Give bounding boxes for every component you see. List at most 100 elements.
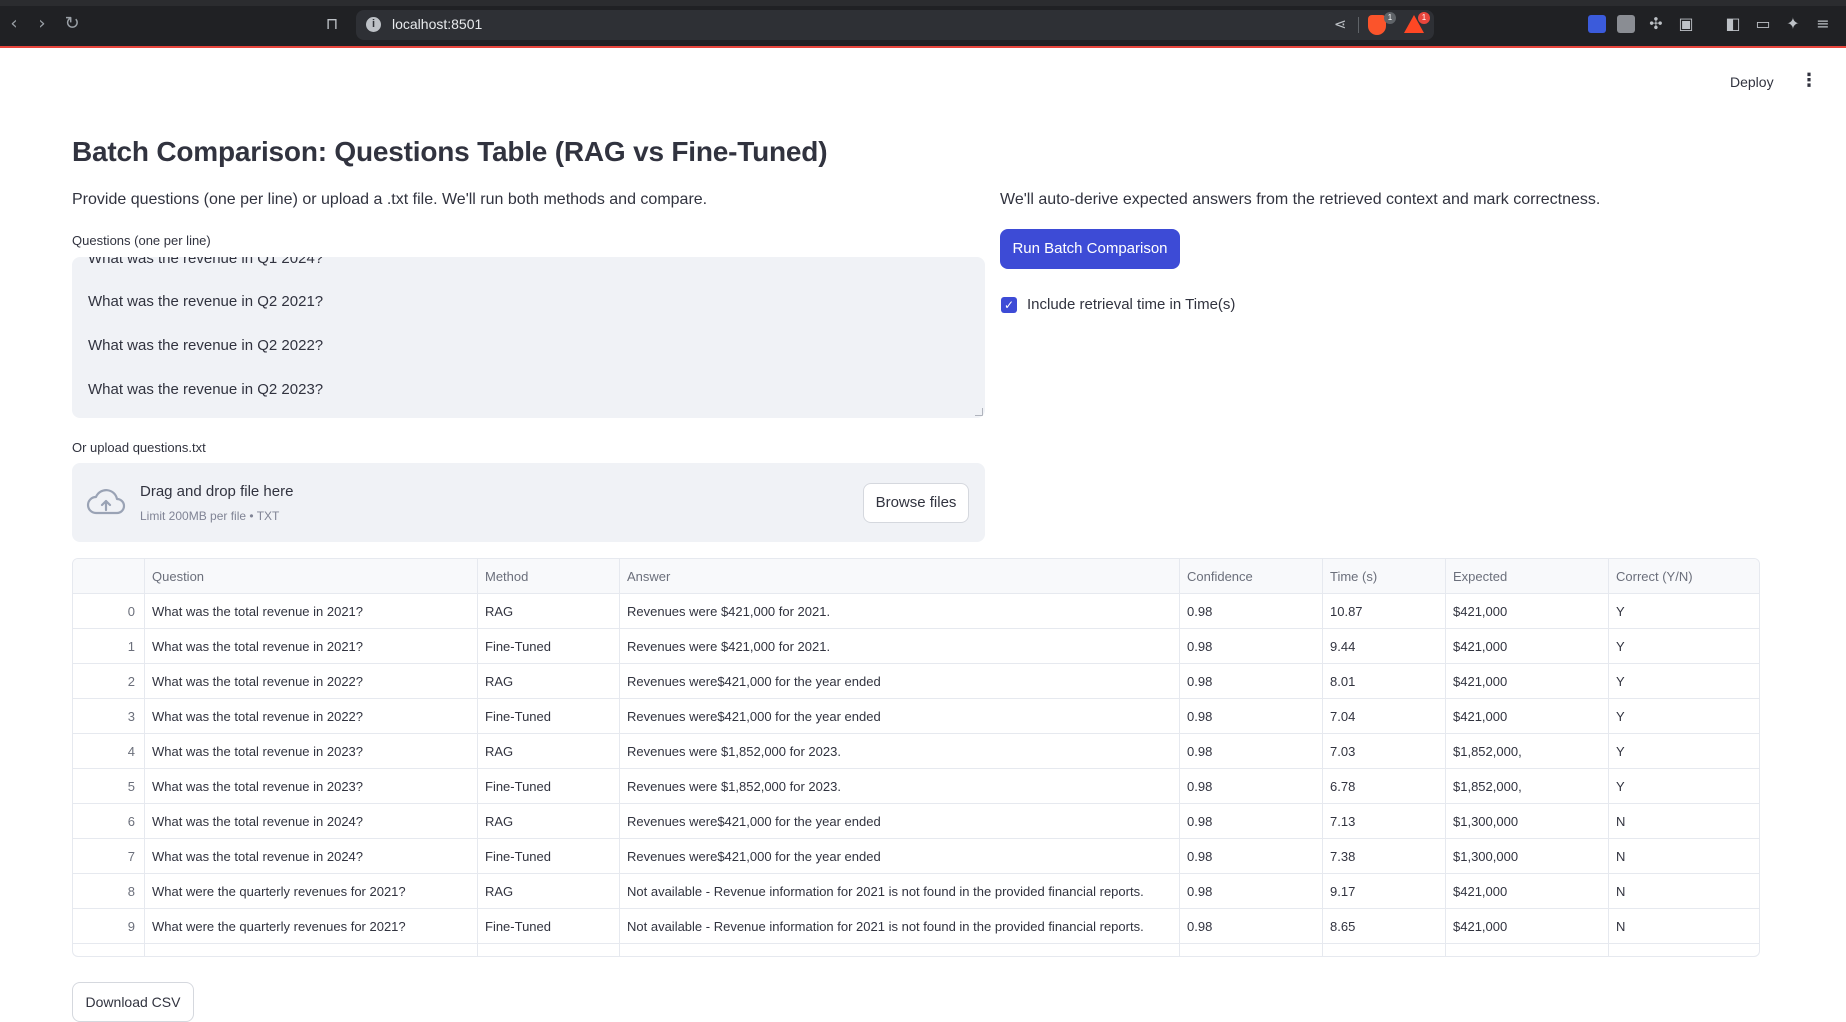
- cell-time[interactable]: 8.65: [1323, 909, 1446, 944]
- cell-time[interactable]: 7.04: [1323, 699, 1446, 734]
- extension-shield-icon[interactable]: [1588, 15, 1606, 33]
- cell-method[interactable]: RAG: [478, 594, 620, 629]
- cell-confidence[interactable]: 0.98: [1180, 874, 1323, 909]
- cell-method[interactable]: Fine-Tuned: [478, 629, 620, 664]
- cell-expected[interactable]: $421,000: [1446, 664, 1609, 699]
- cell-question[interactable]: What was the total revenue in 2022?: [145, 664, 478, 699]
- leo-ai-icon[interactable]: ✦: [1784, 15, 1802, 33]
- cell-correct[interactable]: N: [1609, 909, 1759, 944]
- column-header-correct[interactable]: Correct (Y/N): [1609, 559, 1759, 594]
- address-bar[interactable]: i localhost:8501 ⋖ 1 1: [356, 10, 1434, 40]
- cell-answer[interactable]: Revenues were $1,852,000 for 2023.: [620, 769, 1180, 804]
- table-row[interactable]: 9 What were the quarterly revenues for 20…: [73, 909, 1759, 944]
- cell-question[interactable]: What was the total revenue in 2021?: [145, 629, 478, 664]
- cell-confidence[interactable]: 0.98: [1180, 629, 1323, 664]
- cell-answer[interactable]: Revenues were $1,852,000 for 2023.: [620, 734, 1180, 769]
- cell-answer[interactable]: Revenues were$421,000 for the year ended: [620, 804, 1180, 839]
- cell-correct[interactable]: Y: [1609, 664, 1759, 699]
- cell-correct[interactable]: Y: [1609, 734, 1759, 769]
- cell-correct[interactable]: N: [1609, 874, 1759, 909]
- cell-time[interactable]: 7.38: [1323, 839, 1446, 874]
- cell-index[interactable]: 6: [73, 804, 145, 839]
- cell-time[interactable]: 7.03: [1323, 734, 1446, 769]
- cell-answer[interactable]: Revenues were $421,000 for 2021.: [620, 594, 1180, 629]
- run-batch-comparison-button[interactable]: Run Batch Comparison: [1000, 229, 1180, 269]
- cell-index[interactable]: 1: [73, 629, 145, 664]
- download-csv-button[interactable]: Download CSV: [72, 982, 194, 1022]
- cell-method[interactable]: Fine-Tuned: [478, 769, 620, 804]
- column-header-method[interactable]: Method: [478, 559, 620, 594]
- cell-correct[interactable]: Y: [1609, 699, 1759, 734]
- resize-handle-icon[interactable]: [975, 408, 983, 416]
- cell-time[interactable]: 6.78: [1323, 769, 1446, 804]
- table-row[interactable]: 1 What was the total revenue in 2021? Fine…: [73, 629, 1759, 664]
- cell-index[interactable]: 3: [73, 699, 145, 734]
- cell-question[interactable]: What was the total revenue in 2024?: [145, 804, 478, 839]
- column-header-index[interactable]: [73, 559, 145, 594]
- include-retrieval-time-label[interactable]: Include retrieval time in Time(s): [1027, 296, 1235, 313]
- cell-index[interactable]: 2: [73, 664, 145, 699]
- cell-index[interactable]: 8: [73, 874, 145, 909]
- cell-answer[interactable]: Revenues were$421,000 for the year ended: [620, 664, 1180, 699]
- cell-index[interactable]: 0: [73, 594, 145, 629]
- cell-confidence[interactable]: 0.98: [1180, 839, 1323, 874]
- cell-expected[interactable]: $1,300,000: [1446, 839, 1609, 874]
- cell-index[interactable]: 5: [73, 769, 145, 804]
- cell-question[interactable]: What was the total revenue in 2021?: [145, 594, 478, 629]
- cell-question[interactable]: What were the quarterly revenues for 202…: [145, 909, 478, 944]
- column-header-confidence[interactable]: Confidence: [1180, 559, 1323, 594]
- cell-correct[interactable]: Y: [1609, 594, 1759, 629]
- cell-confidence[interactable]: 0.98: [1180, 769, 1323, 804]
- table-row[interactable]: 8 What were the quarterly revenues for 20…: [73, 874, 1759, 909]
- deploy-button[interactable]: Deploy: [1730, 74, 1774, 90]
- cell-expected[interactable]: $421,000: [1446, 874, 1609, 909]
- cell-time[interactable]: 7.13: [1323, 804, 1446, 839]
- cell-expected[interactable]: $1,852,000,: [1446, 734, 1609, 769]
- url-text[interactable]: localhost:8501: [392, 16, 482, 32]
- cell-confidence[interactable]: 0.98: [1180, 594, 1323, 629]
- include-retrieval-time-checkbox[interactable]: ✓: [1001, 297, 1017, 313]
- cell-method[interactable]: Fine-Tuned: [478, 699, 620, 734]
- cell-correct[interactable]: Y: [1609, 769, 1759, 804]
- cell-answer[interactable]: Not available - Revenue information for …: [620, 874, 1180, 909]
- table-row[interactable]: 3 What was the total revenue in 2022? Fine…: [73, 699, 1759, 734]
- cell-method[interactable]: RAG: [478, 664, 620, 699]
- cell-expected[interactable]: $421,000: [1446, 594, 1609, 629]
- cell-expected[interactable]: $421,000: [1446, 629, 1609, 664]
- cell-method[interactable]: Fine-Tuned: [478, 909, 620, 944]
- cell-confidence[interactable]: 0.98: [1180, 804, 1323, 839]
- cell-index[interactable]: 4: [73, 734, 145, 769]
- cell-question[interactable]: What was the total revenue in 2023?: [145, 769, 478, 804]
- cell-expected[interactable]: $421,000: [1446, 699, 1609, 734]
- results-table[interactable]: Question Method Answer Confidence Time (…: [72, 558, 1760, 957]
- file-dropzone[interactable]: Drag and drop file here Limit 200MB per …: [72, 463, 985, 542]
- table-row[interactable]: 0 What was the total revenue in 2021? RAG R…: [73, 594, 1759, 629]
- cell-confidence[interactable]: 0.98: [1180, 664, 1323, 699]
- cell-confidence[interactable]: 0.98: [1180, 909, 1323, 944]
- cell-time[interactable]: 10.87: [1323, 594, 1446, 629]
- cell-answer[interactable]: Revenues were$421,000 for the year ended: [620, 699, 1180, 734]
- cell-expected[interactable]: $1,852,000,: [1446, 769, 1609, 804]
- cell-method[interactable]: RAG: [478, 804, 620, 839]
- cell-expected[interactable]: $421,000: [1446, 909, 1609, 944]
- cell-answer[interactable]: Revenues were$421,000 for the year ended: [620, 839, 1180, 874]
- menu-icon[interactable]: ≡: [1814, 15, 1832, 33]
- cell-correct[interactable]: N: [1609, 839, 1759, 874]
- cell-correct[interactable]: Y: [1609, 629, 1759, 664]
- cell-question[interactable]: What was the total revenue in 2023?: [145, 734, 478, 769]
- reload-icon[interactable]: ↻: [62, 14, 82, 34]
- table-row[interactable]: 6 What was the total revenue in 2024? RAG R…: [73, 804, 1759, 839]
- column-header-time[interactable]: Time (s): [1323, 559, 1446, 594]
- cell-method[interactable]: RAG: [478, 734, 620, 769]
- column-header-answer[interactable]: Answer: [620, 559, 1180, 594]
- table-row[interactable]: 4 What was the total revenue in 2023? RAG R…: [73, 734, 1759, 769]
- cell-time[interactable]: 9.17: [1323, 874, 1446, 909]
- cell-question[interactable]: What was the total revenue in 2022?: [145, 699, 478, 734]
- cell-question[interactable]: What was the total revenue in 2024?: [145, 839, 478, 874]
- column-header-question[interactable]: Question: [145, 559, 478, 594]
- site-info-icon[interactable]: i: [366, 17, 381, 32]
- table-row[interactable]: 2 What was the total revenue in 2022? RAG R…: [73, 664, 1759, 699]
- table-row[interactable]: 7 What was the total revenue in 2024? Fine…: [73, 839, 1759, 874]
- cell-correct[interactable]: N: [1609, 804, 1759, 839]
- cell-time[interactable]: 9.44: [1323, 629, 1446, 664]
